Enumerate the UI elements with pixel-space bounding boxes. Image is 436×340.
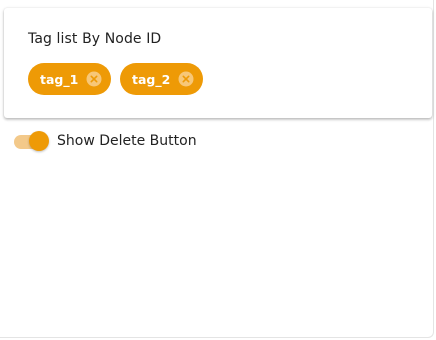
tag-chip[interactable]: tag_1 [28,63,111,95]
show-delete-toggle[interactable] [13,130,51,152]
card-title: Tag list By Node ID [28,31,162,47]
toggle-label: Show Delete Button [57,133,197,149]
show-delete-toggle-row: Show Delete Button [13,130,197,152]
tag-list: tag_1 tag_2 [28,63,203,95]
close-circle-icon[interactable] [86,71,102,87]
app-frame: Tag list By Node ID tag_1 tag_2 Show Del… [0,0,434,338]
tag-chip[interactable]: tag_2 [120,63,203,95]
tag-list-card: Tag list By Node ID tag_1 tag_2 [4,8,432,118]
close-circle-icon[interactable] [178,71,194,87]
tag-label: tag_1 [40,71,79,87]
tag-label: tag_2 [132,71,171,87]
toggle-thumb[interactable] [29,131,49,151]
